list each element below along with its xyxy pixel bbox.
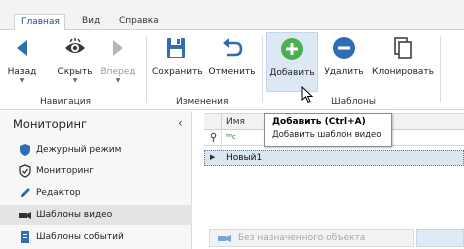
object-assignment-label: Без назначенного объекта <box>238 233 366 243</box>
pencil-icon <box>18 186 32 200</box>
tooltip-description: Добавить шаблон видео <box>272 130 382 140</box>
sidebar-item-duty-mode[interactable]: Дежурный режим <box>0 140 192 160</box>
sidebar-item-event-templates[interactable]: Шаблоны событий <box>0 227 192 247</box>
arrow-left-icon <box>8 34 36 62</box>
sidebar-item-label: Шаблоны событий <box>36 232 124 242</box>
tab-home[interactable]: Главная <box>14 14 65 31</box>
hide-button[interactable]: Скрыть ▼ <box>56 34 94 84</box>
shield-icon <box>18 143 32 157</box>
mouse-cursor-icon <box>301 85 315 104</box>
group-label-templates: Шаблоны <box>331 97 376 107</box>
eye-icon <box>61 34 89 62</box>
back-button[interactable]: Назад ▼ <box>4 34 40 84</box>
sidebar-item-editor[interactable]: Редактор <box>0 183 192 203</box>
group-divider <box>146 36 147 102</box>
clone-button[interactable]: Клонировать <box>372 34 434 77</box>
save-button[interactable]: Сохранить <box>152 34 203 77</box>
plus-circle-icon <box>278 35 306 63</box>
forward-button[interactable]: Вперед ▼ <box>100 34 136 84</box>
tab-view[interactable]: Вид <box>82 14 100 30</box>
document-icon <box>18 230 32 244</box>
sidebar-item-label: Мониторинг <box>36 166 94 176</box>
sidebar-item-label: Редактор <box>36 188 81 198</box>
collapse-sidebar-icon[interactable]: ‹ <box>178 116 183 130</box>
sidebar-item-label: Шаблоны видео <box>36 210 113 220</box>
filter-icon <box>209 132 218 145</box>
column-divider <box>221 114 222 130</box>
video-camera-icon <box>18 208 32 222</box>
sidebar-item-monitoring[interactable]: Мониторинг <box>0 161 192 181</box>
chevron-down-icon: ▼ <box>19 77 25 84</box>
filter-tag: ᴮᴮc <box>226 133 236 141</box>
ribbon: Назад ▼ Скрыть ▼ Вперед ▼ Навигация Сохр… <box>0 30 464 110</box>
group-divider <box>262 36 263 102</box>
check-shield-icon <box>18 164 32 178</box>
group-label-navigation: Навигация <box>40 97 92 107</box>
sidebar-title: Мониторинг <box>13 117 88 131</box>
copy-icon <box>389 34 417 62</box>
app-window: Главная Вид Справка Назад ▼ Скрыть ▼ Впе… <box>0 0 464 249</box>
cancel-button[interactable]: Отменить <box>208 34 256 77</box>
chevron-down-icon: ▼ <box>72 77 78 84</box>
add-button[interactable]: Добавить <box>266 32 318 92</box>
add-button-tooltip: Добавить (Ctrl+A) Добавить шаблон видео <box>264 113 392 147</box>
video-camera-icon <box>218 233 232 244</box>
column-header-name[interactable]: Имя <box>226 117 245 127</box>
floppy-disk-icon <box>162 34 190 62</box>
group-divider <box>440 36 441 102</box>
table-row[interactable]: ▶ Новый1 <box>204 150 464 166</box>
sidebar-item-video-templates[interactable]: Шаблоны видео <box>0 205 192 225</box>
group-label-changes: Изменения <box>176 97 229 107</box>
sidebar: Мониторинг ‹ Дежурный режим Мониторинг Р… <box>0 111 192 249</box>
row-indicator-icon: ▶ <box>210 153 216 161</box>
arrow-right-icon <box>104 34 132 62</box>
minus-circle-icon <box>330 34 358 62</box>
sidebar-item-label: Дежурный режим <box>36 145 122 155</box>
remove-button[interactable]: Удалить <box>322 34 366 77</box>
table-cell: Новый1 <box>226 153 263 163</box>
object-assignment-bar[interactable]: Без назначенного объекта <box>209 229 414 247</box>
tab-help[interactable]: Справка <box>119 14 159 30</box>
object-panel <box>416 229 464 247</box>
undo-icon <box>218 34 246 62</box>
tooltip-title: Добавить (Ctrl+A) <box>272 117 366 127</box>
ribbon-tab-strip: Главная Вид Справка <box>0 0 464 31</box>
chevron-down-icon: ▼ <box>115 77 121 84</box>
